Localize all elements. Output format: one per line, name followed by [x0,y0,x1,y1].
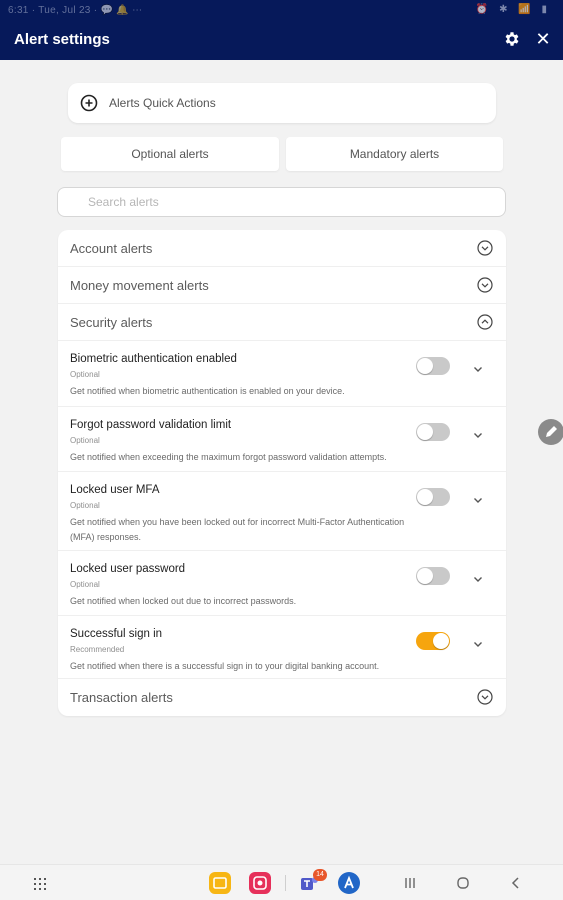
alert-name: Successful sign in [70,628,163,640]
back-icon[interactable] [509,876,523,890]
status-bar-left: 6:31 · Tue, Jul 23 · 💬 🔔 ⋯ [8,5,143,16]
system-nav-bar [0,864,563,900]
alert-item-successful-sign-in: Successful sign in Recommended Get notif… [58,616,506,679]
category-transaction-alerts[interactable]: Transaction alerts [58,679,506,716]
plus-circle-icon [80,94,98,112]
alert-item-locked-mfa: Locked user MFA Optional Get notified wh… [58,472,506,551]
alert-tag: Optional [70,580,100,589]
alert-toggle[interactable] [416,423,450,441]
alert-name: Locked user MFA [70,484,160,496]
alert-item-biometric: Biometric authentication enabled Optiona… [58,341,506,407]
close-icon[interactable]: ✕ [534,28,552,50]
toggle-knob [417,424,433,440]
home-icon[interactable] [456,876,470,890]
chevron-down-icon[interactable] [471,572,485,586]
chevron-up-circle-icon [477,314,493,330]
category-money-movement-alerts[interactable]: Money movement alerts [58,267,506,304]
tab-mandatory-alerts[interactable]: Mandatory alerts [286,137,503,171]
app-drawer-icon[interactable] [33,877,47,891]
chevron-down-icon[interactable] [471,362,485,376]
alert-tag: Optional [70,501,100,510]
category-label: Money movement alerts [70,278,209,293]
category-label: Transaction alerts [70,690,173,705]
recents-icon[interactable] [403,876,417,890]
tab-optional-alerts[interactable]: Optional alerts [61,137,279,171]
toggle-knob [417,358,433,374]
folder-app-icon[interactable] [209,872,231,894]
chevron-down-circle-icon [477,240,493,256]
alert-toggle[interactable] [416,357,450,375]
alert-item-forgot-password: Forgot password validation limit Optiona… [58,407,506,472]
category-security-alerts[interactable]: Security alerts [58,304,506,341]
alerts-list: Account alerts Money movement alerts Sec… [58,230,506,716]
gallery-app-icon[interactable] [249,872,271,894]
banking-app-icon[interactable] [338,872,360,894]
alert-tag: Optional [70,436,100,445]
category-account-alerts[interactable]: Account alerts [58,230,506,267]
alert-description: Get notified when you have been locked o… [70,517,405,542]
chevron-down-circle-icon [477,689,493,705]
alert-name: Biometric authentication enabled [70,353,237,365]
alert-toggle[interactable] [416,488,450,506]
quick-actions-label: Alerts Quick Actions [109,96,216,110]
gear-icon[interactable] [503,30,521,48]
chevron-down-icon[interactable] [471,428,485,442]
app-bar: Alert settings ✕ [0,22,563,60]
alerts-quick-actions-button[interactable]: Alerts Quick Actions [68,83,496,123]
alert-name: Forgot password validation limit [70,419,232,431]
alert-tag: Optional [70,370,100,379]
alert-description: Get notified when there is a successful … [70,661,380,671]
alert-description: Get notified when exceeding the maximum … [70,452,387,462]
chevron-down-icon[interactable] [471,637,485,651]
alert-description: Get notified when locked out due to inco… [70,596,297,606]
alert-toggle[interactable] [416,632,450,650]
status-bar: 6:31 · Tue, Jul 23 · 💬 🔔 ⋯ ⏰ ✱ 📶 ▮ [0,0,563,22]
pencil-icon [546,426,557,437]
chevron-down-circle-icon [477,277,493,293]
toggle-knob [433,633,449,649]
toggle-knob [417,568,433,584]
dock-divider [285,875,286,891]
category-label: Security alerts [70,315,153,330]
teams-notification-badge: 14 [313,869,327,881]
chevron-down-icon[interactable] [471,493,485,507]
search-box [57,187,506,217]
toggle-knob [417,489,433,505]
category-label: Account alerts [70,241,153,256]
alert-tag: Recommended [70,645,125,654]
status-bar-right: ⏰ ✱ 📶 ▮ [475,4,551,15]
edit-pencil-button[interactable] [538,419,563,445]
alert-name: Locked user password [70,563,186,575]
page-title: Alert settings [14,31,110,48]
alert-description: Get notified when biometric authenticati… [70,386,345,396]
alert-item-locked-password: Locked user password Optional Get notifi… [58,551,506,616]
alert-toggle[interactable] [416,567,450,585]
search-input[interactable] [58,188,505,216]
